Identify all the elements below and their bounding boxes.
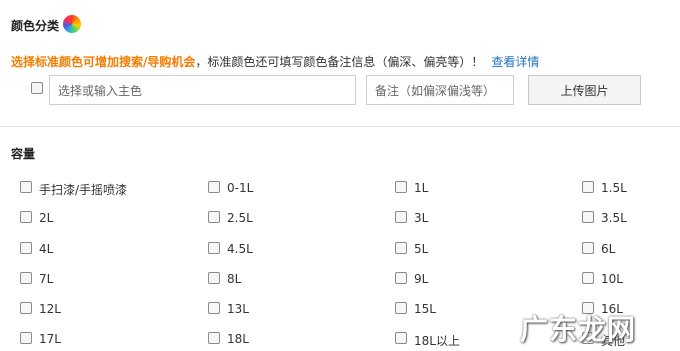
capacity-option-checkbox[interactable] xyxy=(20,332,32,344)
capacity-option-label: 1.5L xyxy=(601,181,627,195)
color-wheel-icon xyxy=(63,15,81,33)
capacity-option-checkbox[interactable] xyxy=(208,211,220,223)
capacity-option-label: 2.5L xyxy=(227,211,253,225)
capacity-option-label: 17L xyxy=(39,332,61,346)
capacity-option-label: 7L xyxy=(39,272,54,286)
capacity-option-checkbox[interactable] xyxy=(395,332,407,344)
capacity-option-checkbox[interactable] xyxy=(208,332,220,344)
capacity-option-checkbox[interactable] xyxy=(582,242,594,254)
main-color-input[interactable]: 选择或输入主色 xyxy=(49,75,356,105)
color-hint-highlight: 选择标准颜色可增加搜索/导购机会 xyxy=(11,55,196,69)
capacity-option-label: 13L xyxy=(227,302,249,316)
capacity-option-label: 18L xyxy=(227,332,249,346)
section-divider xyxy=(0,126,680,127)
capacity-option-checkbox[interactable] xyxy=(582,181,594,193)
capacity-option-label: 5L xyxy=(414,242,429,256)
capacity-option-label: 2L xyxy=(39,211,54,225)
color-note-input[interactable]: 备注（如偏深偏浅等） xyxy=(366,75,514,105)
capacity-option-checkbox[interactable] xyxy=(208,302,220,314)
capacity-option-label: 8L xyxy=(227,272,242,286)
capacity-option-label: 手扫漆/手摇喷漆 xyxy=(39,183,128,197)
capacity-option-checkbox[interactable] xyxy=(395,242,407,254)
capacity-option-label: 18L以上 xyxy=(414,334,460,348)
view-details-link[interactable]: 查看详情 xyxy=(491,55,539,69)
color-section-title: 颜色分类 xyxy=(11,19,60,33)
capacity-option-checkbox[interactable] xyxy=(208,181,220,193)
capacity-option-checkbox[interactable] xyxy=(208,272,220,284)
capacity-option-checkbox[interactable] xyxy=(582,211,594,223)
watermark-text: 广东龙网 xyxy=(520,313,637,346)
color-row-checkbox[interactable] xyxy=(31,82,43,94)
capacity-option-label: 9L xyxy=(414,272,429,286)
capacity-option-checkbox[interactable] xyxy=(395,302,407,314)
upload-image-button[interactable]: 上传图片 xyxy=(528,75,641,105)
capacity-option-checkbox[interactable] xyxy=(582,272,594,284)
capacity-option-label: 4.5L xyxy=(227,242,253,256)
capacity-option-checkbox[interactable] xyxy=(395,181,407,193)
color-hint: 选择标准颜色可增加搜索/导购机会，标准颜色还可填写颜色备注信息（偏深、偏亮等）！… xyxy=(11,53,539,70)
capacity-option-label: 12L xyxy=(39,302,61,316)
capacity-option-checkbox[interactable] xyxy=(395,211,407,223)
capacity-option-checkbox[interactable] xyxy=(20,272,32,284)
capacity-option-checkbox[interactable] xyxy=(395,272,407,284)
capacity-option-label: 10L xyxy=(601,272,623,286)
color-hint-text: ，标准颜色还可填写颜色备注信息（偏深、偏亮等）！ xyxy=(195,55,484,69)
capacity-option-label: 0-1L xyxy=(227,181,254,195)
capacity-option-checkbox[interactable] xyxy=(208,242,220,254)
capacity-option-checkbox[interactable] xyxy=(20,302,32,314)
capacity-option-label: 6L xyxy=(601,242,616,256)
capacity-option-label: 15L xyxy=(414,302,436,316)
capacity-option-label: 3L xyxy=(414,211,429,225)
capacity-section-title: 容量 xyxy=(11,147,36,161)
capacity-option-checkbox[interactable] xyxy=(20,181,32,193)
capacity-option-checkbox[interactable] xyxy=(20,211,32,223)
capacity-option-checkbox[interactable] xyxy=(20,242,32,254)
capacity-option-label: 1L xyxy=(414,181,429,195)
capacity-option-label: 3.5L xyxy=(601,211,627,225)
capacity-option-label: 4L xyxy=(39,242,54,256)
